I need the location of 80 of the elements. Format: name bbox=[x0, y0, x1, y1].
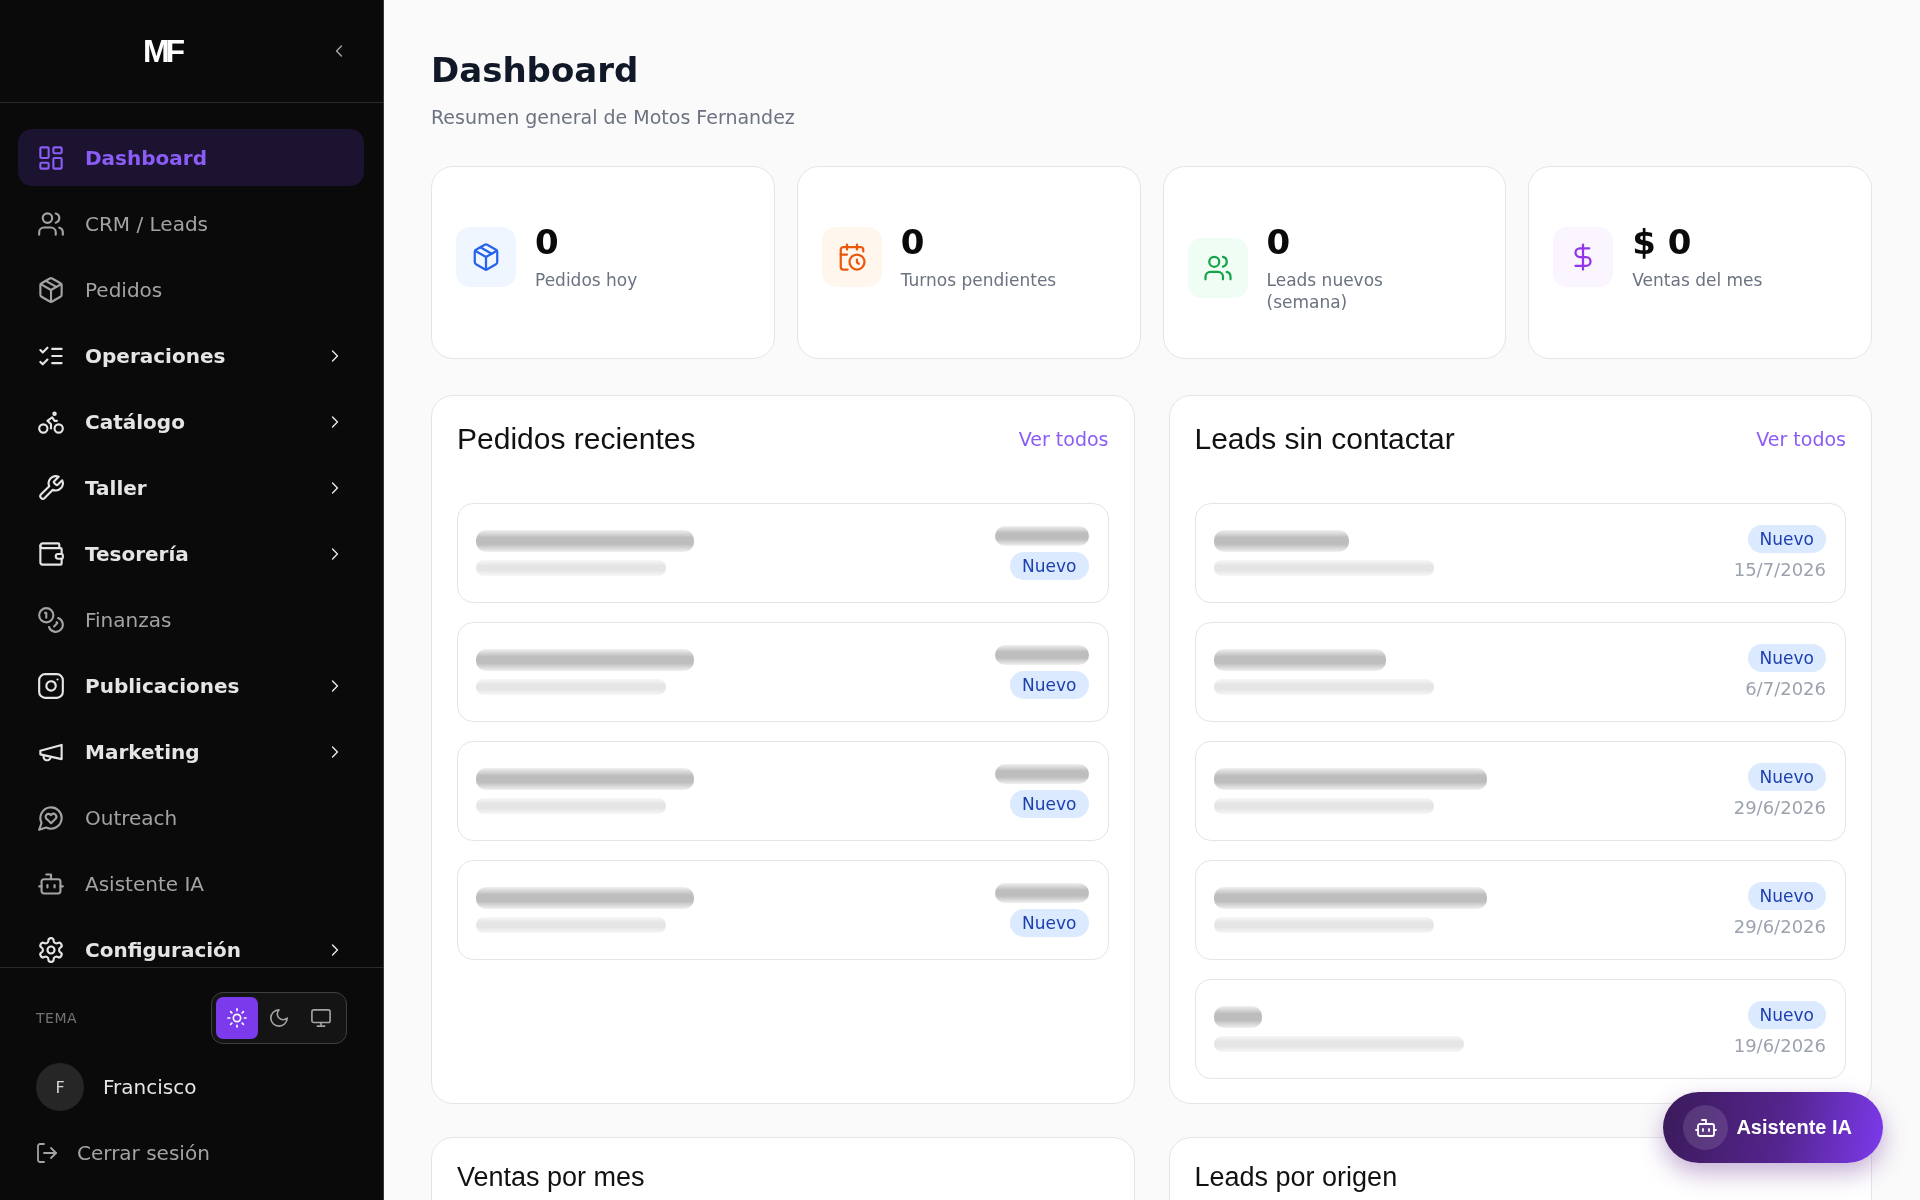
nav-item[interactable]: Catálogo bbox=[18, 393, 364, 450]
light-theme-button[interactable] bbox=[216, 997, 258, 1039]
logo: MF bbox=[142, 35, 182, 67]
lead-date: 6/7/2026 bbox=[1745, 678, 1826, 700]
logout-button[interactable]: Cerrar sesión bbox=[36, 1133, 210, 1173]
status-badge: Nuevo bbox=[1010, 552, 1089, 580]
box-icon bbox=[456, 227, 516, 287]
stat-label: Pedidos hoy bbox=[535, 269, 638, 291]
settings-icon bbox=[38, 936, 64, 963]
status-badge: Nuevo bbox=[1010, 909, 1089, 937]
chart-title: Ventas por mes bbox=[457, 1162, 645, 1192]
order-row[interactable]: Nuevo bbox=[457, 622, 1109, 722]
logout-icon bbox=[36, 1142, 58, 1164]
order-row[interactable]: Nuevo bbox=[457, 741, 1109, 841]
nav-item[interactable]: Dashboard bbox=[18, 129, 364, 186]
page-title: Dashboard bbox=[431, 50, 640, 91]
status-badge: Nuevo bbox=[1010, 790, 1089, 818]
dashboard-grid-icon bbox=[38, 144, 64, 171]
lead-row[interactable]: Nuevo 29/6/2026 bbox=[1194, 860, 1846, 960]
camera-icon bbox=[38, 672, 64, 699]
wrench-icon bbox=[38, 474, 64, 501]
view-all-link[interactable]: Ver todos bbox=[1018, 428, 1109, 450]
stat-label: Turnos pendientes bbox=[900, 269, 1057, 291]
order-row[interactable]: Nuevo bbox=[457, 860, 1109, 960]
lead-date: 19/6/2026 bbox=[1733, 1035, 1826, 1057]
moon-icon bbox=[269, 1008, 289, 1028]
robot-icon bbox=[38, 870, 64, 897]
assistant-button[interactable]: Asistente IA bbox=[1663, 1092, 1883, 1163]
user-name: Francisco bbox=[103, 1075, 197, 1099]
page-subtitle: Resumen general de Motos Fernandez bbox=[431, 105, 796, 129]
users-icon bbox=[38, 210, 64, 237]
nav-item[interactable]: Marketing bbox=[18, 723, 364, 780]
stat-value: 0 bbox=[900, 223, 926, 261]
dollar-icon bbox=[1553, 227, 1614, 287]
lead-row[interactable]: Nuevo 19/6/2026 bbox=[1194, 979, 1846, 1079]
sun-icon bbox=[227, 1008, 247, 1028]
order-row[interactable]: Nuevo bbox=[457, 503, 1109, 603]
nav-item[interactable]: Finanzas bbox=[18, 591, 364, 648]
lead-row[interactable]: Nuevo 15/7/2026 bbox=[1194, 503, 1846, 603]
box-icon bbox=[38, 276, 64, 303]
panel-title: Leads sin contactar bbox=[1194, 422, 1455, 456]
nav-item[interactable]: Configuración bbox=[18, 921, 364, 967]
nav-item[interactable]: Tesorería bbox=[18, 525, 364, 582]
stat-label: Leads nuevos (semana) bbox=[1266, 269, 1384, 313]
nav-item[interactable]: Taller bbox=[18, 459, 364, 516]
stat-value: 0 bbox=[1266, 223, 1292, 261]
blurred-text bbox=[1213, 1006, 1262, 1028]
view-all-link[interactable]: Ver todos bbox=[1756, 428, 1846, 450]
nav-item[interactable]: CRM / Leads bbox=[18, 195, 364, 252]
calendar-clock-icon bbox=[821, 227, 882, 287]
lead-row[interactable]: Nuevo 29/6/2026 bbox=[1194, 741, 1846, 841]
status-badge: Nuevo bbox=[1010, 671, 1089, 699]
theme-label: TEMA bbox=[36, 1010, 78, 1026]
lead-date: 15/7/2026 bbox=[1733, 559, 1826, 581]
status-badge: Nuevo bbox=[1747, 644, 1826, 672]
lead-row[interactable]: Nuevo 6/7/2026 bbox=[1194, 622, 1846, 722]
robot-icon bbox=[1683, 1105, 1729, 1150]
wallet-icon bbox=[38, 540, 64, 567]
nav-item[interactable]: Outreach bbox=[18, 789, 364, 846]
nav-item[interactable]: Asistente IA bbox=[18, 855, 364, 912]
nav-item[interactable]: Publicaciones bbox=[18, 657, 364, 714]
lead-date: 29/6/2026 bbox=[1733, 797, 1826, 819]
status-badge: Nuevo bbox=[1747, 763, 1826, 791]
user-avatar: F bbox=[36, 1063, 84, 1111]
monitor-icon bbox=[311, 1008, 331, 1028]
stat-label: Ventas del mes bbox=[1632, 269, 1763, 291]
bicycle-icon bbox=[38, 408, 64, 435]
nav-item[interactable]: Operaciones bbox=[18, 327, 364, 384]
users-icon bbox=[1187, 238, 1248, 298]
status-badge: Nuevo bbox=[1747, 882, 1826, 910]
status-badge: Nuevo bbox=[1747, 525, 1826, 553]
stat-value: 0 bbox=[535, 223, 560, 261]
panel-title: Pedidos recientes bbox=[457, 422, 696, 456]
chart-title: Leads por origen bbox=[1194, 1162, 1398, 1192]
stat-value: $ 0 bbox=[1632, 223, 1693, 261]
coins-icon bbox=[38, 606, 64, 633]
lead-date: 29/6/2026 bbox=[1733, 916, 1826, 938]
nav-item[interactable]: Pedidos bbox=[18, 261, 364, 318]
chat-heart-icon bbox=[38, 804, 64, 831]
status-badge: Nuevo bbox=[1747, 1001, 1826, 1029]
